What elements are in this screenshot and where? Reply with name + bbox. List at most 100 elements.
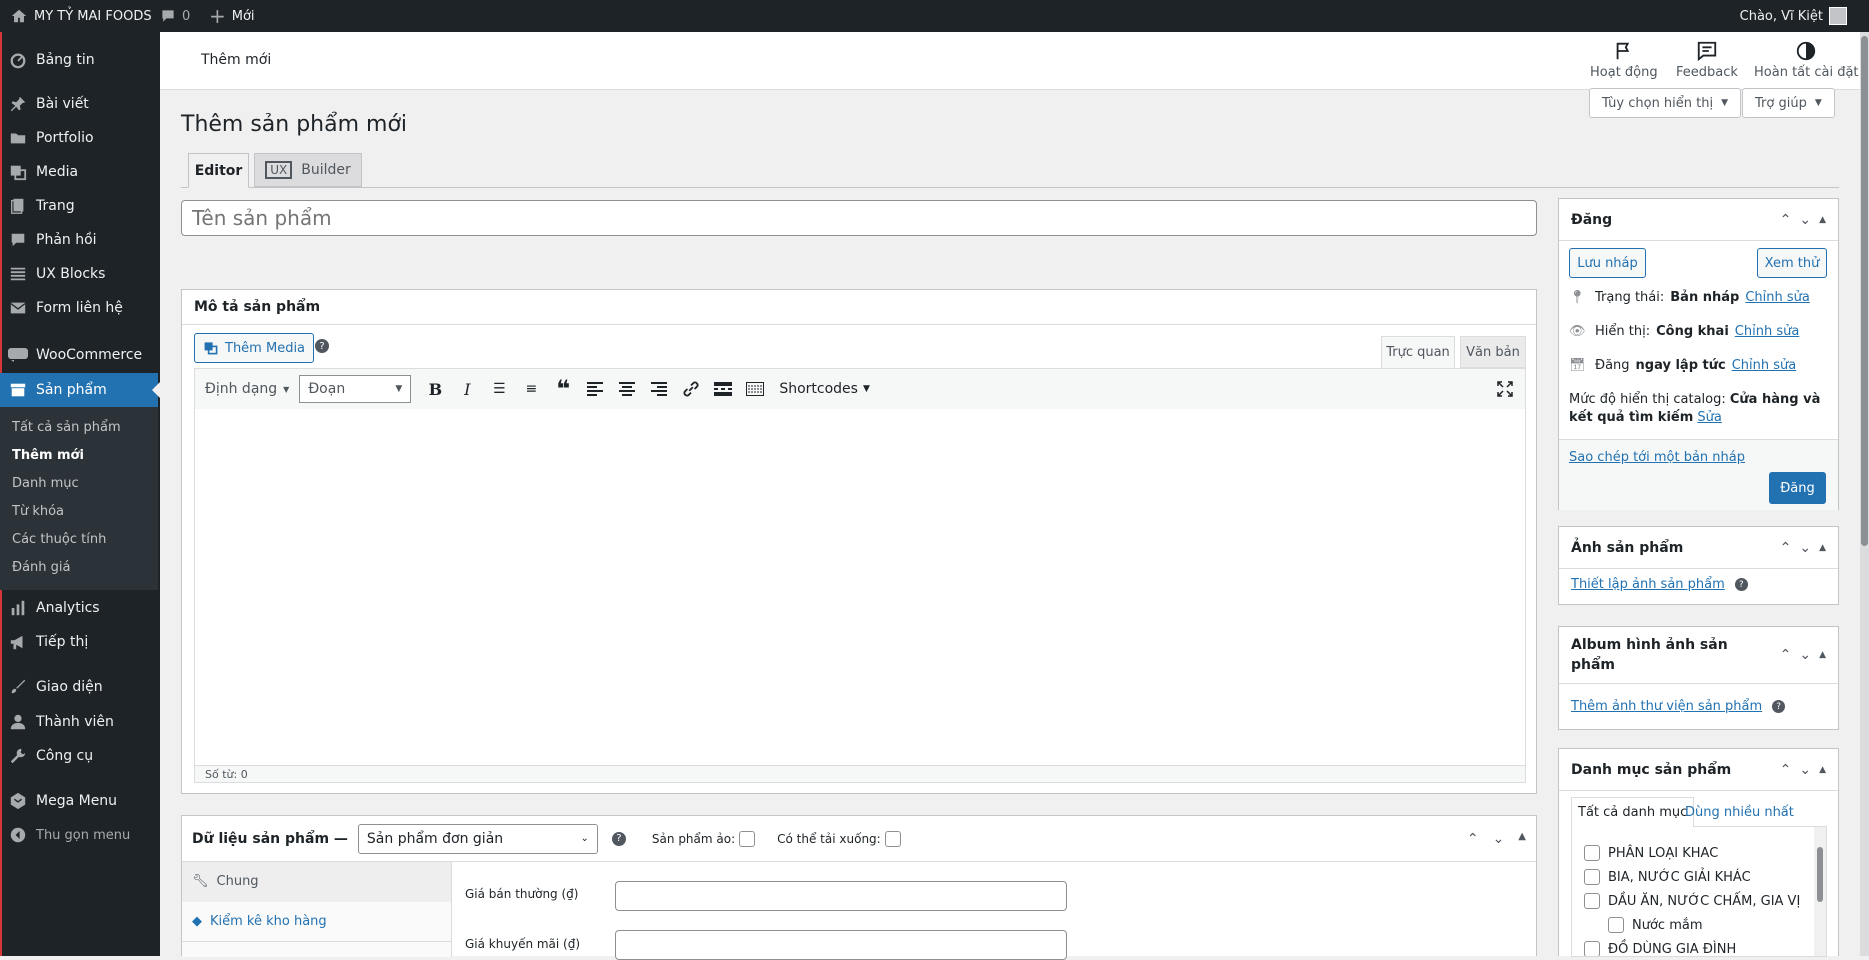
- align-right-icon[interactable]: [643, 382, 675, 396]
- toolbar-toggle-icon[interactable]: [739, 382, 771, 396]
- submenu-add-new[interactable]: Thêm mới: [12, 448, 84, 463]
- submenu-all-products[interactable]: Tất cả sản phẩm: [12, 420, 121, 435]
- submenu-attributes[interactable]: Các thuộc tính: [12, 532, 106, 547]
- fullscreen-icon[interactable]: [1497, 381, 1513, 401]
- submenu-tags[interactable]: Từ khóa: [12, 504, 64, 519]
- page-scrollbar[interactable]: [1860, 32, 1869, 956]
- site-name-link[interactable]: MY TỶ MAI FOODS: [10, 0, 152, 32]
- chevron-down-icon[interactable]: ⌄: [1799, 540, 1811, 556]
- format-dropdown[interactable]: Định dạng ▼: [205, 381, 289, 397]
- toggle-arrow-icon[interactable]: ▲: [1819, 765, 1826, 775]
- toggle-arrow-icon[interactable]: ▲: [1819, 543, 1826, 553]
- sidebar-item-portfolio[interactable]: Portfolio: [0, 121, 158, 155]
- toggle-arrow-icon[interactable]: ▲: [1518, 831, 1526, 847]
- virtual-checkbox[interactable]: [739, 830, 756, 847]
- chevron-down-icon[interactable]: ⌄: [1493, 831, 1505, 847]
- sidebar-item-tools[interactable]: Công cụ: [0, 739, 158, 773]
- save-draft-button[interactable]: Lưu nháp: [1569, 248, 1646, 278]
- product-type-select[interactable]: Sản phẩm đơn giản ⌄: [357, 823, 598, 854]
- sidebar-item-marketing[interactable]: Tiếp thị: [0, 625, 158, 659]
- chevron-down-icon[interactable]: ⌄: [1799, 212, 1811, 228]
- activity-button[interactable]: Hoạt động: [1590, 40, 1658, 80]
- tab-all-categories[interactable]: Tất cả danh mục: [1571, 797, 1695, 828]
- category-item[interactable]: PHÂN LOẠI KHAC: [1584, 845, 1718, 861]
- chevron-up-icon[interactable]: ⌃: [1467, 831, 1479, 847]
- category-checkbox[interactable]: [1584, 941, 1600, 956]
- read-more-icon[interactable]: [707, 382, 739, 396]
- sidebar-item-posts[interactable]: Bài viết: [0, 87, 158, 121]
- tab-text[interactable]: Văn bản: [1460, 336, 1526, 368]
- help-tip-icon[interactable]: ?: [1772, 700, 1786, 713]
- submenu-categories[interactable]: Danh mục: [12, 476, 79, 491]
- help-tip-icon[interactable]: ?: [611, 831, 626, 846]
- sidebar-item-products[interactable]: Sản phẩm: [0, 373, 160, 407]
- tab-ux-builder[interactable]: UX Builder: [254, 153, 362, 187]
- regular-price-input[interactable]: [615, 881, 1067, 911]
- category-item[interactable]: DẦU ĂN, NƯỚC CHẤM, GIA VỊ: [1584, 893, 1800, 909]
- sidebar-item-comments[interactable]: Phản hồi: [0, 223, 158, 257]
- shortcodes-dropdown[interactable]: Shortcodes ▼: [779, 381, 870, 397]
- sidebar-item-ux-blocks[interactable]: UX Blocks: [0, 257, 158, 291]
- category-checkbox[interactable]: [1584, 869, 1600, 885]
- feedback-button[interactable]: Feedback: [1676, 40, 1738, 80]
- tab-general[interactable]: 🔧︎ Chung: [182, 862, 451, 902]
- sidebar-item-media[interactable]: Media: [0, 155, 158, 189]
- sidebar-item-analytics[interactable]: Analytics: [0, 591, 158, 625]
- category-checkbox[interactable]: [1584, 893, 1600, 909]
- help-tip-icon[interactable]: ?: [1734, 578, 1748, 591]
- category-scrollbar[interactable]: [1814, 827, 1826, 956]
- comments-link[interactable]: 0: [160, 0, 190, 32]
- category-checkbox[interactable]: [1608, 917, 1624, 933]
- align-left-icon[interactable]: [579, 382, 611, 396]
- content-editor-area[interactable]: [194, 409, 1526, 766]
- paragraph-select[interactable]: Đoạn ▼: [299, 375, 412, 403]
- category-item[interactable]: BIA, NƯỚC GIẢI KHÁC: [1584, 869, 1751, 885]
- tab-most-used[interactable]: Dùng nhiều nhất: [1679, 797, 1800, 827]
- tab-editor[interactable]: Editor: [188, 153, 249, 188]
- preview-button[interactable]: Xem thử: [1757, 248, 1827, 278]
- bold-icon[interactable]: B: [419, 380, 451, 399]
- chevron-down-icon[interactable]: ⌄: [1799, 762, 1811, 778]
- account-link[interactable]: Chào, Vĩ Kiệt: [1740, 0, 1847, 32]
- italic-icon[interactable]: I: [451, 380, 483, 399]
- sidebar-item-contact-form[interactable]: Form liên hệ: [0, 291, 158, 325]
- chevron-up-icon[interactable]: ⌃: [1780, 212, 1792, 228]
- sidebar-item-woocommerce[interactable]: WooCommerce: [0, 338, 158, 372]
- screen-options-button[interactable]: Tùy chọn hiển thị ▼: [1589, 88, 1742, 118]
- sidebar-item-mega-menu[interactable]: Mega Menu: [0, 784, 158, 818]
- category-item[interactable]: ĐỒ DÙNG GIA ĐÌNH: [1584, 941, 1736, 956]
- category-item[interactable]: Nước mắm: [1608, 917, 1703, 933]
- category-checkbox[interactable]: [1584, 845, 1600, 861]
- sidebar-item-users[interactable]: Thành viên: [0, 705, 158, 739]
- tab-visual[interactable]: Trực quan: [1381, 336, 1455, 368]
- chevron-up-icon[interactable]: ⌃: [1780, 647, 1792, 663]
- edit-status-link[interactable]: Chỉnh sửa: [1745, 290, 1810, 305]
- add-gallery-images-link[interactable]: Thêm ảnh thư viện sản phẩm: [1571, 699, 1762, 714]
- chevron-up-icon[interactable]: ⌃: [1780, 762, 1792, 778]
- sidebar-item-dashboard[interactable]: Bảng tin: [0, 43, 158, 77]
- edit-date-link[interactable]: Chỉnh sửa: [1732, 358, 1797, 373]
- align-center-icon[interactable]: [611, 382, 643, 396]
- sidebar-collapse-menu[interactable]: Thu gọn menu: [0, 818, 158, 852]
- blockquote-icon[interactable]: ❝: [547, 375, 579, 403]
- downloadable-checkbox[interactable]: [884, 830, 901, 847]
- product-title-input[interactable]: [181, 200, 1537, 236]
- catalog-edit-link[interactable]: Sửa: [1697, 410, 1721, 425]
- submenu-reviews[interactable]: Đánh giá: [12, 560, 70, 575]
- sidebar-item-pages[interactable]: Trang: [0, 189, 158, 223]
- chevron-up-icon[interactable]: ⌃: [1780, 540, 1792, 556]
- new-content-link[interactable]: + Mới: [209, 0, 255, 32]
- scrollbar-thumb[interactable]: [1861, 36, 1868, 546]
- edit-visibility-link[interactable]: Chỉnh sửa: [1735, 324, 1800, 339]
- tab-inventory[interactable]: ◆ Kiểm kê kho hàng: [182, 902, 451, 942]
- copy-to-draft-link[interactable]: Sao chép tới một bản nháp: [1569, 450, 1745, 465]
- publish-button[interactable]: Đăng: [1769, 472, 1826, 504]
- finish-setup-button[interactable]: Hoàn tất cài đặt: [1754, 40, 1859, 80]
- add-media-button[interactable]: Thêm Media: [194, 333, 315, 363]
- numbered-list-icon[interactable]: ≡: [515, 381, 547, 397]
- toggle-arrow-icon[interactable]: ▲: [1819, 215, 1826, 225]
- help-tip-icon[interactable]: ?: [315, 339, 329, 353]
- category-scrollbar-thumb[interactable]: [1817, 847, 1823, 902]
- chevron-down-icon[interactable]: ⌄: [1799, 647, 1811, 663]
- bullet-list-icon[interactable]: ☰: [483, 381, 515, 397]
